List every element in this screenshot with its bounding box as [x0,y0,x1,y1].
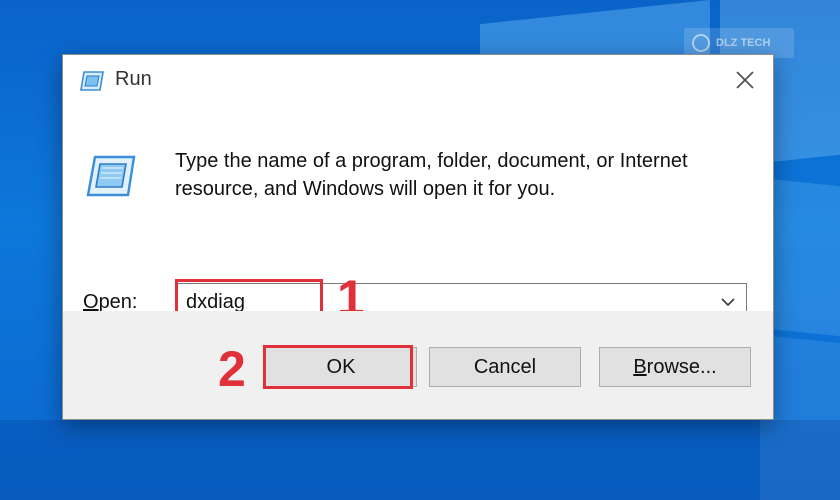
run-icon [80,71,104,91]
run-dialog: Run Type the name of a program, folder, … [62,54,774,420]
run-icon-large [86,155,136,197]
open-label-accelerator: O [83,291,99,313]
watermark-logo-icon [692,34,710,52]
browse-accelerator: B [633,355,647,378]
dialog-footer: OK Cancel Browse... [63,311,773,419]
annotation-step-2: 2 [218,341,246,397]
dialog-description: Type the name of a program, folder, docu… [175,150,688,200]
close-icon [736,71,754,89]
browse-button[interactable]: Browse... [599,347,751,387]
cancel-button[interactable]: Cancel [429,347,581,387]
title-bar[interactable]: Run [63,55,773,105]
desktop-shade [0,420,840,500]
dialog-body: Type the name of a program, folder, docu… [63,105,773,323]
watermark-text: DLZ TECH [716,37,771,49]
chevron-down-icon[interactable] [718,292,738,312]
browse-label: rowse... [646,355,717,378]
close-button[interactable] [723,61,767,99]
dialog-title: Run [115,68,152,90]
open-label-text: pen: [98,291,138,313]
annotation-highlight-ok [263,345,413,389]
